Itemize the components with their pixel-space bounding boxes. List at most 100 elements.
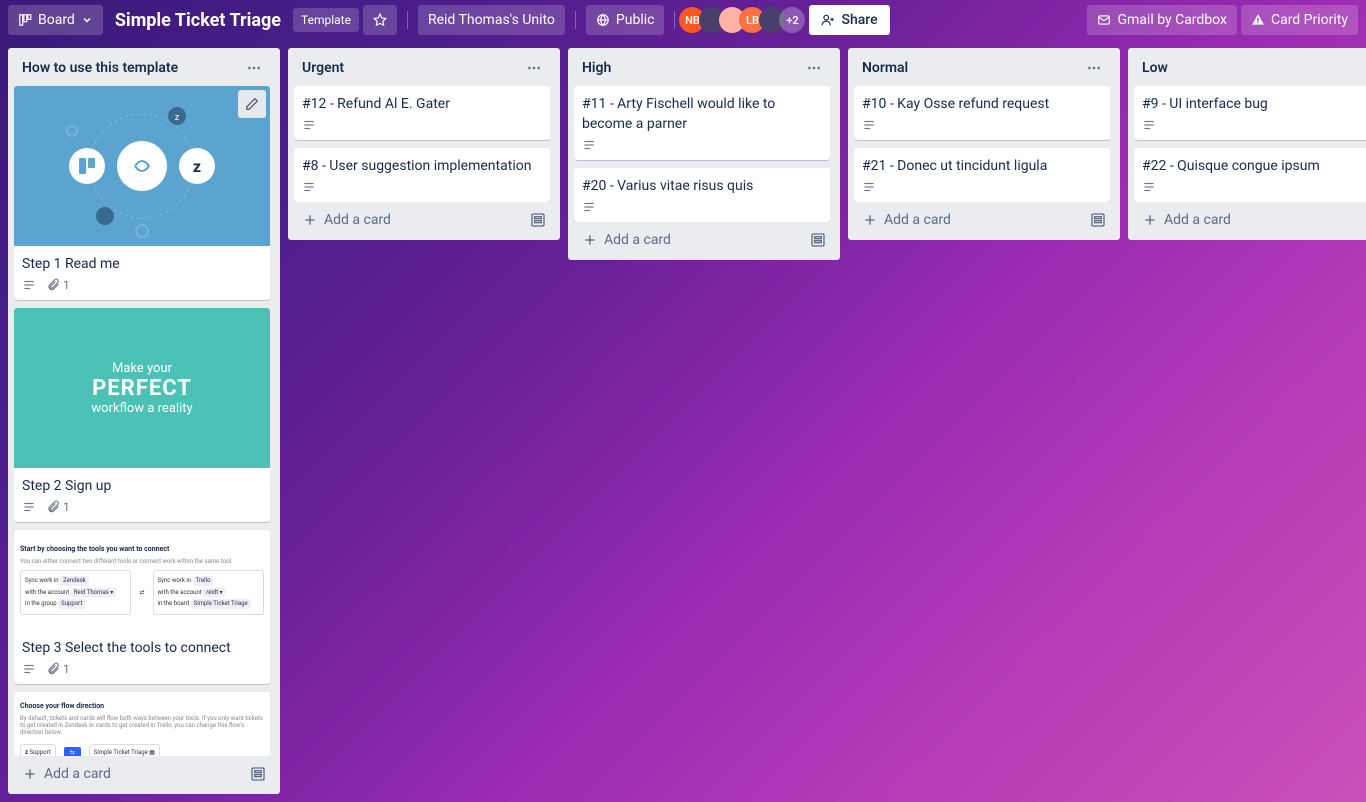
card-title: #12 - Refund Al E. Gater: [302, 94, 542, 114]
member-avatars[interactable]: NB LB +2: [685, 7, 805, 33]
description-badge: [302, 180, 316, 194]
star-icon: [373, 13, 387, 27]
list-how-to: How to use this template z z: [8, 48, 280, 794]
description-badge: [862, 118, 876, 132]
add-card-button[interactable]: Add a card: [574, 226, 834, 254]
template-icon[interactable]: [1090, 212, 1106, 228]
list-menu-button[interactable]: [802, 58, 826, 78]
gmail-powerup-button[interactable]: Gmail by Cardbox: [1087, 5, 1236, 35]
card-title: #20 - Varius vitae risus quis: [582, 176, 822, 196]
share-label: Share: [841, 12, 877, 28]
workspace-button[interactable]: Reid Thomas's Unito: [418, 5, 565, 35]
visibility-button[interactable]: Public: [586, 5, 665, 35]
card[interactable]: #9 - UI interface bug: [1134, 86, 1366, 140]
add-card-button[interactable]: Add a card: [14, 760, 274, 788]
card-badges: 1: [22, 278, 262, 292]
card-badges: 1: [22, 662, 262, 676]
card[interactable]: #20 - Varius vitae risus quis: [574, 168, 830, 222]
description-badge: [1142, 180, 1156, 194]
template-icon[interactable]: [250, 766, 266, 782]
card-badges: 1: [22, 500, 262, 514]
card-edit-button[interactable]: [238, 90, 266, 118]
description-badge: [22, 662, 36, 676]
list-menu-button[interactable]: [242, 58, 266, 78]
card-title: #11 - Arty Fischell would like to become…: [582, 94, 822, 134]
add-card-button[interactable]: Add a card: [854, 206, 1114, 234]
attachment-badge: 1: [46, 662, 70, 676]
list-menu-button[interactable]: [522, 58, 546, 78]
pencil-icon: [245, 97, 259, 111]
list-title[interactable]: Normal: [862, 60, 908, 76]
board-view-switcher[interactable]: Board: [8, 5, 103, 35]
card-cover: z z: [14, 86, 270, 246]
list-urgent: Urgent #12 - Refund Al E. Gater #8 - Use…: [288, 48, 560, 240]
plus-icon: [302, 212, 318, 228]
svg-text:z: z: [175, 113, 180, 123]
card[interactable]: #12 - Refund Al E. Gater: [294, 86, 550, 140]
list-high: High #11 - Arty Fischell would like to b…: [568, 48, 840, 260]
card[interactable]: Choose your flow direction By default, t…: [14, 692, 270, 756]
list-low: Low #9 - UI interface bug #22 - Quisque …: [1128, 48, 1366, 240]
list-title[interactable]: Urgent: [302, 60, 344, 76]
desc-icon: [302, 180, 316, 194]
globe-icon: [596, 13, 610, 27]
desc-icon: [582, 200, 596, 214]
card-cover: Start by choosing the tools you want to …: [14, 530, 270, 630]
share-button[interactable]: Share: [809, 5, 889, 35]
attachment-icon: [46, 278, 60, 292]
desc-icon: [302, 118, 316, 132]
add-card-button[interactable]: Add a card: [1134, 206, 1366, 234]
desc-icon: [1142, 118, 1156, 132]
card[interactable]: #8 - User suggestion implementation: [294, 148, 550, 202]
board-canvas: How to use this template z z: [0, 40, 1366, 802]
card[interactable]: #10 - Kay Osse refund request: [854, 86, 1110, 140]
plus-icon: [862, 212, 878, 228]
card-title: #8 - User suggestion implementation: [302, 156, 542, 176]
card[interactable]: Make your PERFECT workflow a reality Ste…: [14, 308, 270, 522]
card-title: Step 1 Read me: [22, 254, 262, 274]
card-title: #21 - Donec ut tincidunt ligula: [862, 156, 1102, 176]
board-icon: [18, 13, 32, 27]
description-badge: [582, 200, 596, 214]
user-plus-icon: [821, 13, 835, 27]
description-badge: [22, 278, 36, 292]
list-menu-button[interactable]: [1082, 58, 1106, 78]
card[interactable]: #21 - Donec ut tincidunt ligula: [854, 148, 1110, 202]
star-button[interactable]: [363, 5, 397, 35]
list-title[interactable]: High: [582, 60, 611, 76]
description-badge: [582, 138, 596, 152]
template-badge[interactable]: Template: [293, 8, 359, 32]
desc-icon: [862, 180, 876, 194]
card-cover: Make your PERFECT workflow a reality: [14, 308, 270, 468]
plus-icon: [22, 766, 38, 782]
card-title: Step 2 Sign up: [22, 476, 262, 496]
board-topbar: Board Simple Ticket Triage Template Reid…: [0, 0, 1366, 40]
desc-icon: [22, 500, 36, 514]
plus-icon: [1142, 212, 1158, 228]
template-icon[interactable]: [810, 232, 826, 248]
list-title[interactable]: How to use this template: [22, 60, 178, 76]
card-title: #10 - Kay Osse refund request: [862, 94, 1102, 114]
description-badge: [22, 500, 36, 514]
board-title[interactable]: Simple Ticket Triage: [115, 10, 281, 31]
card-title: #22 - Quisque congue ipsum: [1142, 156, 1366, 176]
add-card-button[interactable]: Add a card: [294, 206, 554, 234]
desc-icon: [582, 138, 596, 152]
attachment-badge: 1: [46, 278, 70, 292]
desc-icon: [862, 118, 876, 132]
card[interactable]: #11 - Arty Fischell would like to become…: [574, 86, 830, 160]
list-title[interactable]: Low: [1142, 60, 1168, 76]
avatar-overflow[interactable]: +2: [779, 7, 805, 33]
svg-text:z: z: [193, 157, 201, 176]
template-icon[interactable]: [530, 212, 546, 228]
card[interactable]: #22 - Quisque congue ipsum: [1134, 148, 1366, 202]
attachment-icon: [46, 662, 60, 676]
divider: [407, 11, 408, 29]
card[interactable]: z z Step 1 Read me 1: [14, 86, 270, 300]
divider: [674, 11, 675, 29]
list-menu-button[interactable]: [1362, 58, 1366, 78]
card-priority-button[interactable]: Card Priority: [1241, 5, 1358, 35]
card[interactable]: Start by choosing the tools you want to …: [14, 530, 270, 684]
plus-icon: [582, 232, 598, 248]
chevron-down-icon: [81, 14, 93, 26]
